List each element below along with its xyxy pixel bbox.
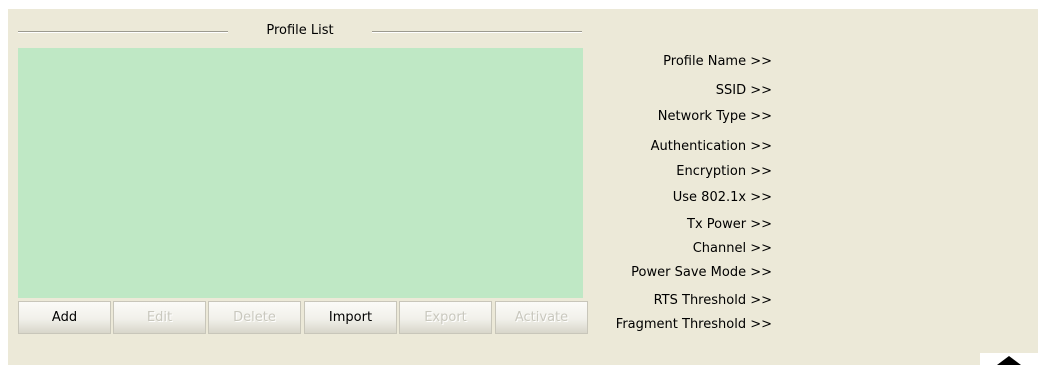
groupbox-line-right (372, 31, 582, 33)
profile-button-bar: Add Edit Delete Import Export Activate (18, 301, 588, 335)
activate-button[interactable]: Activate (495, 301, 588, 334)
triangle-up-icon (997, 356, 1021, 365)
edit-button[interactable]: Edit (113, 301, 206, 334)
power-save-mode-label: Power Save Mode >> (631, 265, 772, 280)
profile-panel: Profile List Add Edit Delete Import Expo… (8, 9, 1038, 365)
channel-label: Channel >> (692, 241, 772, 256)
authentication-label: Authentication >> (650, 139, 772, 154)
profile-name-label: Profile Name >> (663, 54, 772, 69)
tx-power-label: Tx Power >> (687, 217, 772, 232)
profile-list-title: Profile List (266, 23, 334, 38)
groupbox-line-left (18, 31, 228, 33)
export-button[interactable]: Export (399, 301, 492, 334)
collapse-button[interactable] (980, 353, 1038, 365)
ssid-label: SSID >> (715, 83, 772, 98)
rts-threshold-label: RTS Threshold >> (653, 293, 772, 308)
network-type-label: Network Type >> (657, 109, 772, 124)
profile-list[interactable] (18, 48, 583, 298)
fragment-threshold-label: Fragment Threshold >> (615, 317, 772, 332)
encryption-label: Encryption >> (676, 164, 772, 179)
add-button[interactable]: Add (18, 301, 111, 334)
delete-button[interactable]: Delete (208, 301, 301, 334)
use-8021x-label: Use 802.1x >> (672, 190, 772, 205)
import-button[interactable]: Import (304, 301, 397, 334)
